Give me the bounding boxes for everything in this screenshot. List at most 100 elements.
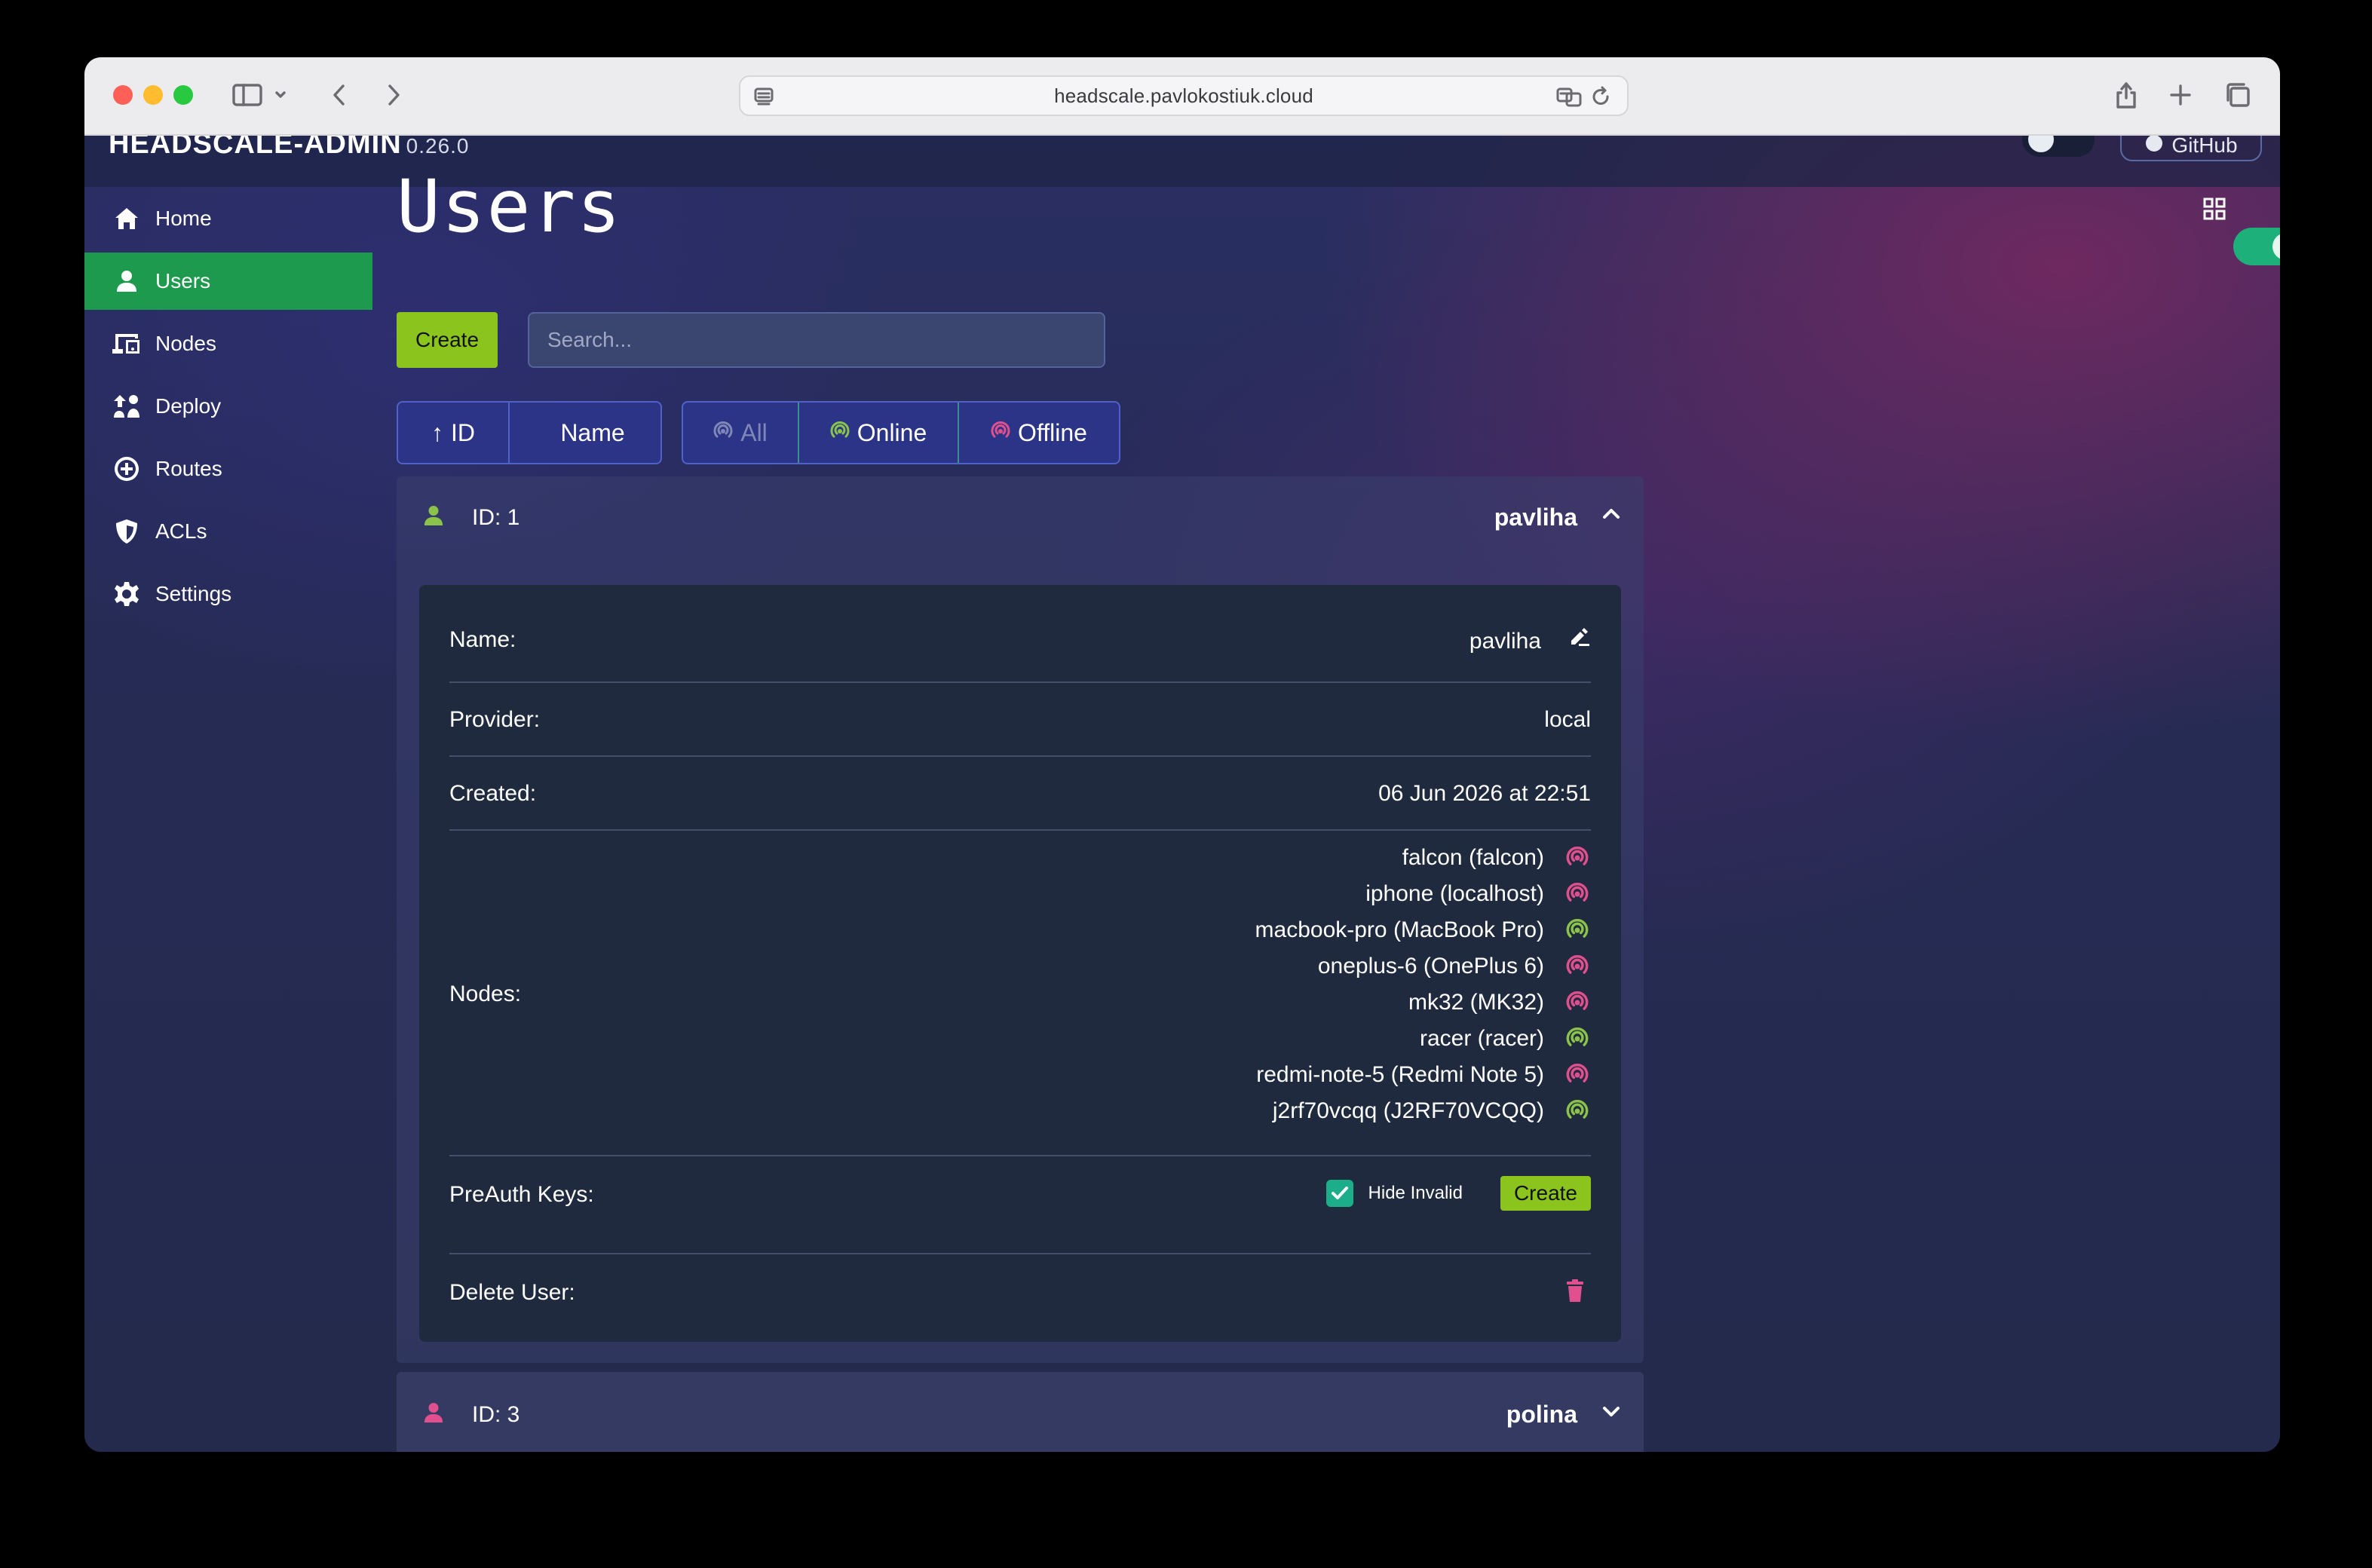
sidebar-item-users[interactable]: Users <box>84 253 372 310</box>
offline-signal-icon <box>1564 955 1591 978</box>
preauth-label: PreAuth Keys: <box>449 1182 594 1207</box>
node-item[interactable]: mk32 (MK32) <box>1255 985 1591 1021</box>
preauth-controls: Hide Invalid Create <box>1325 1176 1591 1211</box>
zoom-window-button[interactable] <box>173 85 193 105</box>
node-item[interactable]: oneplus-6 (OnePlus 6) <box>1255 948 1591 985</box>
user-id: ID: 1 <box>472 505 520 530</box>
node-list: falcon (falcon) iphone (localhost) macbo… <box>1255 840 1591 1129</box>
nodes-label: Nodes: <box>449 982 522 1006</box>
sort-by-name-button[interactable]: Name <box>510 403 660 463</box>
offline-signal-icon <box>1564 1064 1591 1086</box>
address-bar[interactable]: headscale.pavlokostiuk.cloud <box>739 75 1629 116</box>
create-user-button[interactable]: Create <box>397 312 498 368</box>
sort-id-label: ID <box>451 418 475 446</box>
node-item[interactable]: redmi-note-5 (Redmi Note 5) <box>1255 1057 1591 1093</box>
delete-row: Delete User: <box>449 1279 1591 1309</box>
gear-icon <box>112 579 142 609</box>
status-filter-group: All Online Offline <box>682 401 1120 464</box>
trash-icon[interactable] <box>1565 1279 1585 1306</box>
node-item[interactable]: falcon (falcon) <box>1255 840 1591 876</box>
provider-value: local <box>1544 707 1591 732</box>
node-item[interactable]: racer (racer) <box>1255 1021 1591 1057</box>
user-offline-icon <box>424 1402 443 1427</box>
chevron-down-icon[interactable] <box>1601 1405 1621 1423</box>
sidebar-item-acls[interactable]: ACLs <box>84 503 372 560</box>
forward-arrow-icon[interactable] <box>378 77 409 113</box>
sidebar-item-label: Deploy <box>155 394 222 418</box>
filter-offline-label: Offline <box>1018 418 1087 446</box>
user-card-header[interactable]: ID: 1 pavliha <box>397 476 1644 561</box>
new-tab-icon[interactable] <box>2162 77 2199 113</box>
browser-titlebar: headscale.pavlokostiuk.cloud <box>84 57 2280 136</box>
online-signal-icon <box>830 419 850 447</box>
hide-invalid-checkbox[interactable] <box>1325 1180 1353 1207</box>
sidebar-item-settings[interactable]: Settings <box>84 565 372 623</box>
signal-icon <box>713 419 733 447</box>
search-input[interactable] <box>528 312 1105 368</box>
hide-invalid-label: Hide Invalid <box>1368 1183 1463 1203</box>
user-card: ID: 1 pavliha Name: pavliha Provider: lo… <box>397 476 1644 1363</box>
minimize-window-button[interactable] <box>143 85 163 105</box>
user-name: polina <box>1506 1401 1577 1428</box>
user-icon <box>112 266 142 296</box>
chevron-down-icon[interactable] <box>270 77 291 113</box>
filter-online-button[interactable]: Online <box>799 403 959 463</box>
sidebar-item-label: Users <box>155 269 211 292</box>
node-item[interactable]: macbook-pro (MacBook Pro) <box>1255 912 1591 948</box>
sidebar-item-deploy[interactable]: Deploy <box>84 378 372 435</box>
sidebar: Home Users Nodes Deploy Routes ACLs Sett… <box>84 190 372 628</box>
node-label: mk32 (MK32) <box>1408 990 1544 1015</box>
name-value: pavliha <box>1469 629 1541 654</box>
brand-name: HEADSCALE-ADMIN <box>109 136 402 160</box>
name-label: Name: <box>449 627 516 652</box>
sort-by-id-button[interactable]: ↑ ID <box>398 403 510 463</box>
devices-icon <box>112 329 142 359</box>
sidebar-toggle-icon[interactable] <box>229 77 265 113</box>
filter-offline-button[interactable]: Offline <box>959 403 1119 463</box>
node-item[interactable]: iphone (localhost) <box>1255 876 1591 912</box>
node-label: falcon (falcon) <box>1402 845 1544 870</box>
tab-overview-icon[interactable] <box>2220 77 2256 113</box>
provider-label: Provider: <box>449 707 541 732</box>
close-window-button[interactable] <box>113 85 133 105</box>
sidebar-item-routes[interactable]: Routes <box>84 440 372 498</box>
edit-pencil-icon[interactable] <box>1568 627 1591 653</box>
node-label: iphone (localhost) <box>1365 881 1544 906</box>
user-details: Name: pavliha Provider: local Created: 0… <box>419 585 1621 1342</box>
node-item[interactable]: j2rf70vcqq (J2RF70VCQQ) <box>1255 1093 1591 1129</box>
created-value: 06 Jun 2026 at 22:51 <box>1378 781 1591 806</box>
online-signal-icon <box>1564 919 1591 942</box>
sidebar-item-home[interactable]: Home <box>84 190 372 247</box>
created-row: Created: 06 Jun 2026 at 22:51 <box>449 781 1591 811</box>
home-icon <box>112 204 142 234</box>
user-id: ID: 3 <box>472 1402 520 1427</box>
shield-icon <box>112 516 142 547</box>
create-preauth-key-button[interactable]: Create <box>1500 1176 1591 1211</box>
sidebar-item-nodes[interactable]: Nodes <box>84 315 372 372</box>
back-arrow-icon[interactable] <box>324 77 354 113</box>
share-icon[interactable] <box>2108 77 2144 113</box>
created-label: Created: <box>449 781 537 806</box>
view-mode-toggle[interactable] <box>2233 228 2280 265</box>
sort-group: ↑ ID Name <box>397 401 662 464</box>
routes-icon <box>112 454 142 484</box>
divider <box>449 755 1591 757</box>
chevron-up-icon[interactable] <box>1601 507 1621 524</box>
user-card: ID: 3 polina <box>397 1372 1644 1452</box>
divider <box>449 1253 1591 1254</box>
page-settings-icon[interactable] <box>752 86 775 114</box>
url-text: headscale.pavlokostiuk.cloud <box>1054 84 1313 107</box>
node-label: racer (racer) <box>1419 1026 1544 1051</box>
sidebar-item-label: Home <box>155 207 212 230</box>
divider <box>449 681 1591 683</box>
node-label: redmi-note-5 (Redmi Note 5) <box>1256 1062 1544 1087</box>
grid-view-icon[interactable] <box>2203 198 2226 224</box>
translate-icon[interactable] <box>1556 86 1582 114</box>
offline-signal-icon <box>1564 991 1591 1014</box>
divider <box>449 1155 1591 1156</box>
user-card-header[interactable]: ID: 3 polina <box>397 1372 1644 1452</box>
filter-all-button[interactable]: All <box>683 403 799 463</box>
offline-signal-icon <box>1564 883 1591 905</box>
filter-online-label: Online <box>857 418 927 446</box>
reload-icon[interactable] <box>1591 86 1612 114</box>
